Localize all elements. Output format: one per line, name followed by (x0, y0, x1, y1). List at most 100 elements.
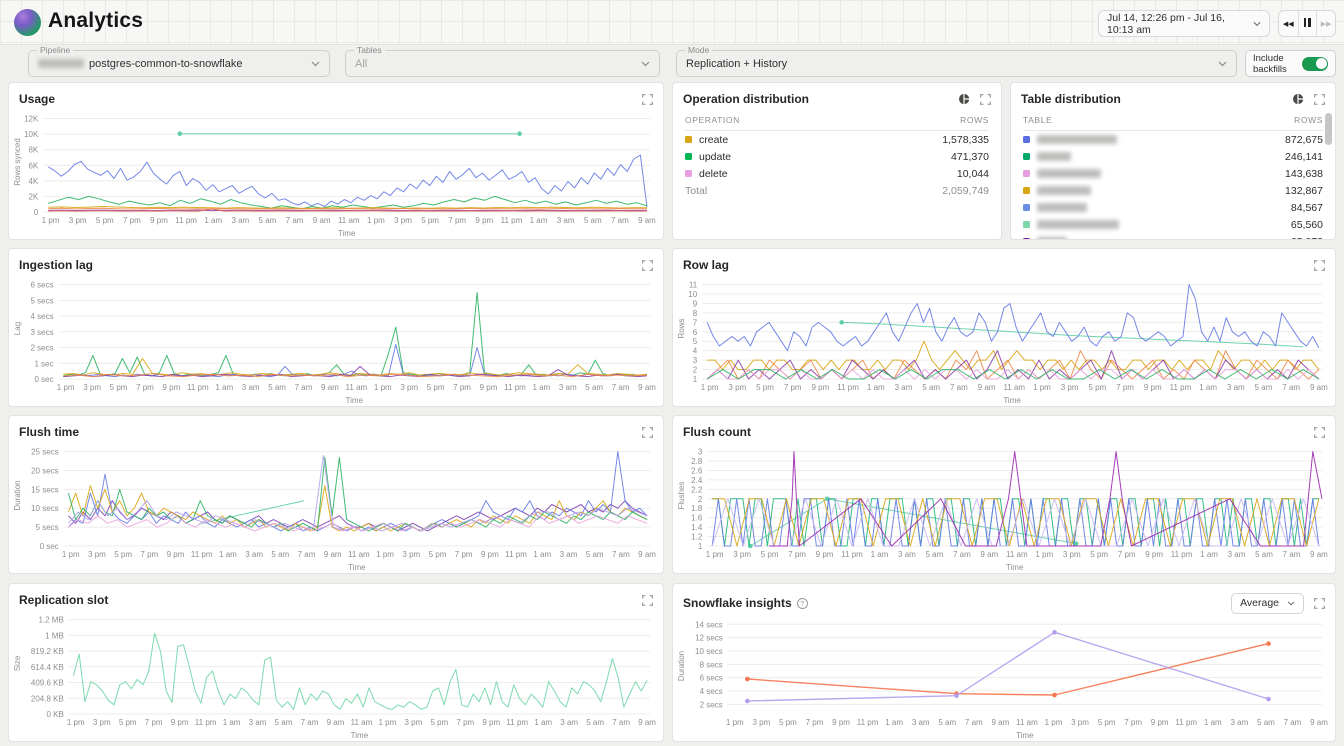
rewind-button[interactable]: ◀◀ (1279, 11, 1298, 36)
svg-text:1 am: 1 am (532, 383, 550, 392)
svg-text:9 pm: 9 pm (481, 550, 499, 559)
svg-text:11 am: 11 am (348, 550, 370, 559)
svg-text:1.2: 1.2 (691, 533, 703, 542)
svg-text:9 pm: 9 pm (475, 216, 493, 225)
svg-text:Time: Time (348, 563, 366, 572)
svg-text:3 am: 3 am (245, 550, 263, 559)
pause-button[interactable] (1298, 11, 1317, 36)
scrollbar-thumb[interactable] (1325, 113, 1332, 145)
svg-text:1 am: 1 am (219, 550, 237, 559)
backfills-toggle[interactable] (1302, 57, 1328, 71)
svg-text:7 pm: 7 pm (140, 550, 158, 559)
svg-text:614.4 KB: 614.4 KB (31, 663, 64, 672)
ingestion-lag-chart[interactable]: 0 sec1 sec2 secs3 secs4 secs5 secs6 secs… (12, 272, 658, 405)
svg-text:5 am: 5 am (259, 216, 277, 225)
svg-text:9 pm: 9 pm (1151, 718, 1169, 727)
svg-text:3: 3 (693, 356, 698, 365)
svg-text:4 secs: 4 secs (30, 312, 53, 321)
svg-text:1 sec: 1 sec (34, 359, 53, 368)
pie-chart-toggle-icon[interactable] (1292, 93, 1304, 105)
usage-chart[interactable]: 02K4K6K8K10K12K1 pm3 pm5 pm7 pm9 pm11 pm… (12, 106, 658, 238)
svg-text:9 am: 9 am (978, 383, 996, 392)
svg-text:1 am: 1 am (215, 383, 233, 392)
svg-text:7 am: 7 am (950, 383, 968, 392)
flush-time-chart[interactable]: 0 sec5 secs10 secs15 secs20 secs25 secs1… (12, 439, 658, 572)
pie-chart-toggle-icon[interactable] (958, 93, 970, 105)
svg-text:0 sec: 0 sec (34, 375, 53, 384)
svg-text:3 pm: 3 pm (88, 550, 106, 559)
svg-text:11 pm: 11 pm (1175, 718, 1197, 727)
svg-text:5 secs: 5 secs (36, 523, 59, 532)
table-dist-header: TABLE ROWS (1023, 111, 1323, 131)
svg-text:1 pm: 1 pm (726, 718, 744, 727)
snowflake-insights-chart[interactable]: 2 secs4 secs6 secs8 secs10 secs12 secs14… (676, 612, 1330, 740)
tables-select[interactable]: Tables All (345, 50, 660, 77)
svg-text:3 pm: 3 pm (1071, 718, 1089, 727)
replication-slot-chart[interactable]: 0 KB204.8 KB409.6 KB614.4 KB819.2 KB1 MB… (12, 607, 658, 740)
svg-text:9 pm: 9 pm (812, 383, 830, 392)
svg-text:10 secs: 10 secs (695, 647, 723, 656)
legend-swatch (1023, 170, 1030, 177)
svg-text:3 pm: 3 pm (752, 718, 770, 727)
svg-text:Time: Time (351, 731, 369, 740)
svg-text:2.4: 2.4 (691, 476, 703, 485)
svg-text:25 secs: 25 secs (31, 448, 59, 457)
svg-text:3 pm: 3 pm (1061, 383, 1079, 392)
row-lag-chart[interactable]: 12345678910111 pm3 pm5 pm7 pm9 pm11 pm1 … (676, 272, 1330, 405)
table-row: 84,567 (1023, 199, 1323, 216)
svg-text:0 KB: 0 KB (46, 710, 63, 719)
card-title: Ingestion lag (19, 250, 93, 272)
table-row: delete10,044 (685, 165, 989, 182)
date-range-button[interactable]: Jul 14, 12:26 pm - Jul 16, 10:13 am (1098, 10, 1270, 37)
svg-text:5: 5 (693, 337, 698, 346)
svg-text:11 pm: 11 pm (195, 718, 217, 727)
svg-text:3 am: 3 am (1230, 718, 1248, 727)
expand-icon[interactable] (980, 94, 991, 105)
svg-text:11 pm: 11 pm (504, 383, 526, 392)
svg-text:1 am: 1 am (871, 550, 889, 559)
expand-icon[interactable] (1314, 427, 1325, 438)
svg-text:0 sec: 0 sec (40, 542, 59, 551)
flush-count-chart[interactable]: 11.21.41.61.822.22.42.62.831 pm3 pm5 pm7… (676, 439, 1330, 572)
svg-text:11 am: 11 am (338, 216, 360, 225)
aggregation-select[interactable]: Average (1231, 593, 1304, 614)
svg-text:1 pm: 1 pm (67, 718, 85, 727)
svg-text:5 pm: 5 pm (96, 216, 114, 225)
card-title: Snowflake insights (683, 588, 792, 610)
svg-text:7 pm: 7 pm (806, 718, 824, 727)
forward-button[interactable]: ▶▶ (1316, 11, 1335, 36)
redacted-table-name (1037, 203, 1087, 212)
expand-icon[interactable] (642, 427, 653, 438)
table-row: 872,675 (1023, 131, 1323, 148)
help-icon[interactable]: ? (797, 598, 808, 609)
usage-card: Usage 02K4K6K8K10K12K1 pm3 pm5 pm7 pm9 p… (8, 82, 664, 240)
col-table: TABLE (1023, 115, 1052, 125)
expand-icon[interactable] (642, 94, 653, 105)
svg-text:2.2: 2.2 (691, 485, 703, 494)
svg-text:1 pm: 1 pm (374, 383, 392, 392)
expand-icon[interactable] (1314, 598, 1325, 609)
mode-select[interactable]: Mode Replication + History (676, 50, 1237, 77)
svg-text:7 am: 7 am (301, 718, 319, 727)
svg-text:1: 1 (698, 542, 703, 551)
svg-text:5 pm: 5 pm (1088, 383, 1106, 392)
svg-text:9 pm: 9 pm (162, 383, 180, 392)
legend-swatch (1023, 136, 1030, 143)
playback-controls: ◀◀ ▶▶ (1278, 10, 1336, 37)
svg-text:1: 1 (693, 375, 698, 384)
svg-text:5 pm: 5 pm (779, 718, 797, 727)
legend-swatch (1023, 187, 1030, 194)
svg-text:10K: 10K (24, 130, 39, 139)
svg-text:5 pm: 5 pm (761, 550, 779, 559)
svg-text:5 am: 5 am (268, 383, 286, 392)
card-title: Replication slot (19, 585, 108, 607)
svg-text:9 am: 9 am (321, 383, 339, 392)
svg-text:8: 8 (693, 309, 698, 318)
expand-icon[interactable] (642, 595, 653, 606)
svg-text:1 am: 1 am (204, 216, 222, 225)
svg-text:3 am: 3 am (898, 550, 916, 559)
expand-icon[interactable] (1314, 94, 1325, 105)
pipeline-select[interactable]: Pipeline postgres-common-to-snowflake (28, 50, 330, 77)
expand-icon[interactable] (642, 260, 653, 271)
expand-icon[interactable] (1314, 260, 1325, 271)
